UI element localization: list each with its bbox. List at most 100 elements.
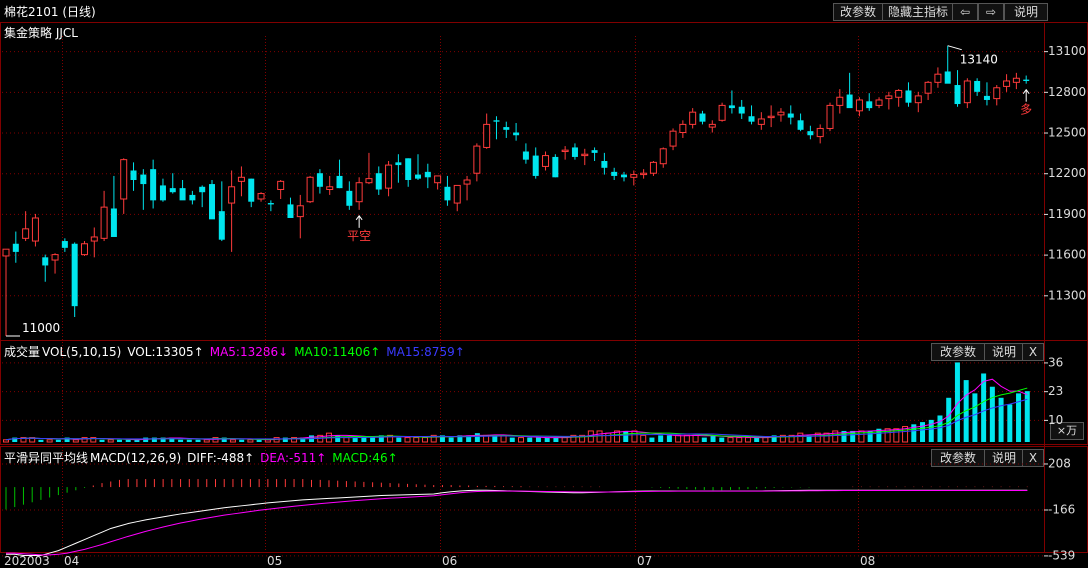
candle-body-down	[12, 243, 19, 252]
high-price-label: 13140	[960, 53, 998, 67]
volume-bar-up	[343, 437, 350, 443]
candle-body-down	[748, 116, 755, 122]
volume-bar-down	[125, 439, 131, 442]
volume-tick-label: 36	[1048, 355, 1063, 369]
candle-body-down	[866, 101, 873, 109]
volume-bar-down	[55, 439, 61, 442]
candle-body-down	[493, 120, 500, 122]
candle-body-up	[365, 178, 373, 184]
candle-body-down	[601, 161, 608, 168]
candle-body-up	[679, 123, 687, 134]
signal-label: 多	[1020, 103, 1032, 117]
candle-body-down	[571, 147, 578, 157]
candle-body-down	[346, 190, 353, 206]
candle-body-down	[591, 150, 598, 153]
date-axis-label: 202003	[4, 554, 50, 568]
candle-body-up	[31, 217, 39, 242]
candle-body-up	[669, 130, 677, 147]
price-tick-label: 11900	[1048, 207, 1086, 221]
candle-body-up	[120, 159, 128, 200]
volume-bar-down	[649, 437, 655, 442]
volume-bar-up	[884, 428, 891, 443]
candle-body-down	[444, 186, 451, 201]
candle-body-down	[248, 178, 255, 202]
date-axis-label: 04	[64, 554, 79, 568]
candle-body-up	[816, 127, 824, 138]
candle-body-down	[336, 175, 343, 189]
candle-body-down	[787, 113, 794, 118]
volume-bar-up	[744, 437, 751, 443]
volume-bar-up	[229, 439, 236, 443]
volume-bar-up	[3, 439, 9, 443]
volume-bar-down	[186, 439, 192, 442]
volume-bar-down	[1016, 393, 1022, 442]
candle-body-up	[90, 236, 98, 242]
volume-bar-up	[727, 437, 734, 443]
volume-bar-down	[527, 437, 533, 442]
candle-body-up	[237, 176, 245, 182]
candle-body-up	[640, 172, 648, 176]
candle-body-up	[434, 175, 442, 184]
volume-bar-up	[203, 439, 210, 443]
macd-panel-border	[0, 446, 1088, 553]
volume-bar-down	[946, 397, 952, 442]
volume-bar-up	[561, 437, 568, 443]
candle-body-up	[689, 111, 697, 125]
volume-bar-down	[396, 437, 402, 442]
candle-body-up	[708, 123, 716, 128]
macd-diff-line	[6, 489, 1028, 557]
price-tick-label: 12800	[1048, 85, 1086, 99]
high-label-leader	[947, 45, 962, 51]
volume-bar-down	[151, 437, 157, 442]
candle-body-down	[699, 113, 706, 122]
volume-ma-line	[5, 378, 1028, 441]
candle-body-down	[130, 170, 137, 180]
candle-body-up	[875, 99, 883, 106]
candle-body-up	[306, 176, 314, 203]
candle-body-down	[983, 95, 990, 100]
candle-body-down	[503, 127, 510, 130]
candle-body-up	[296, 205, 304, 218]
volume-bar-down	[448, 437, 454, 442]
candle-body-down	[140, 174, 147, 185]
volume-bar-up	[736, 437, 743, 443]
volume-bar-down	[666, 435, 672, 442]
volume-tick-label: 23	[1048, 384, 1063, 398]
candle-body-down	[728, 105, 735, 109]
candle-body-down	[944, 71, 951, 84]
volume-bar-up	[413, 437, 420, 443]
candle-body-down	[42, 257, 49, 266]
candle-body-down	[199, 186, 206, 193]
candle-body-down	[846, 94, 853, 109]
volume-bar-down	[754, 437, 760, 442]
macd-dea-line	[6, 490, 1028, 556]
candle-body-down	[954, 85, 961, 105]
chart-svg: 13100 12800 12500 12200 11900 11600 11300 13140…	[0, 22, 1088, 568]
candle-body-down	[621, 174, 627, 178]
candle-body-up	[826, 104, 834, 129]
candle-body-up	[934, 73, 942, 83]
candle-body-up	[1003, 80, 1011, 87]
volume-bar-down	[1024, 391, 1030, 442]
volume-bar-down	[282, 437, 288, 442]
candle-body-up	[257, 193, 265, 200]
volume-bar-up	[107, 439, 114, 443]
volume-ma-line	[5, 387, 1028, 441]
candle-body-up	[581, 153, 589, 157]
candle-body-down	[287, 204, 294, 218]
candle-body-down	[189, 194, 196, 201]
candle-body-up	[542, 155, 550, 167]
candle-body-down	[209, 184, 215, 220]
volume-ma-line	[5, 398, 1028, 441]
candle-body-down	[71, 243, 78, 307]
candle-body-up	[767, 115, 775, 119]
volume-bar-down	[509, 437, 515, 442]
candle-body-down	[179, 188, 186, 201]
volume-bar-down	[370, 437, 376, 442]
volume-bar-down	[535, 437, 541, 442]
candle-body-down	[797, 120, 804, 130]
candle-body-up	[355, 182, 363, 203]
volume-bar-down	[928, 419, 934, 442]
candle-body-up	[483, 123, 491, 148]
price-tick-label: 11300	[1048, 288, 1086, 302]
